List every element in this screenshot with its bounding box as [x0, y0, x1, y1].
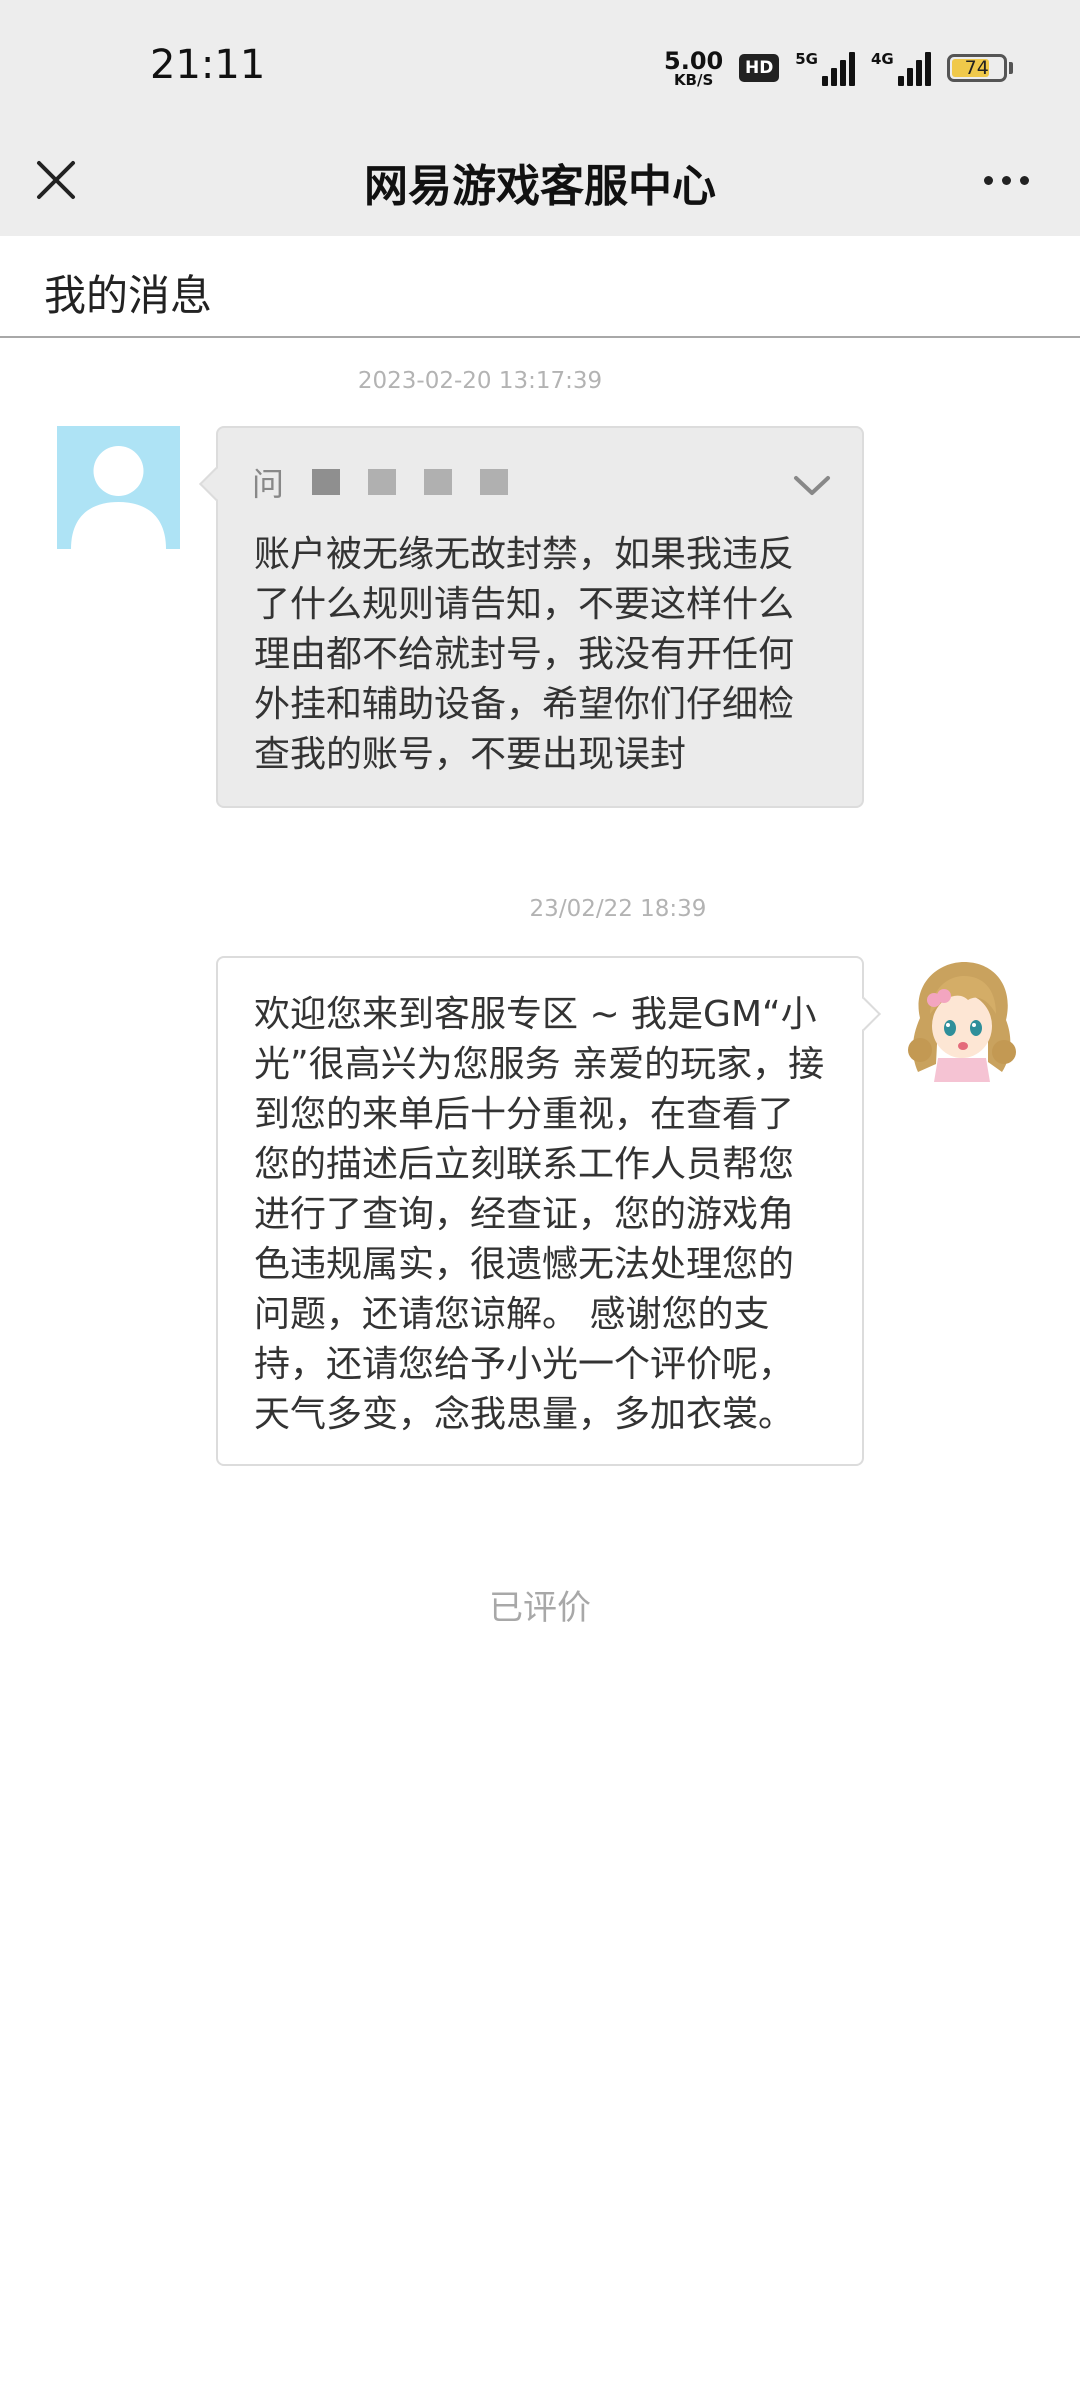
more-dots-icon — [983, 175, 993, 185]
chevron-down-icon — [794, 476, 830, 495]
status-bar: 21:11 5.00 KB/S HD 5G 4G 74 — [0, 0, 1080, 130]
network-speed-unit: KB/S — [673, 70, 714, 89]
message-timestamp: 23/02/22 18:39 — [529, 896, 707, 922]
battery-percent: 74 — [964, 57, 989, 79]
question-label: 问 — [252, 465, 285, 503]
network-speed-value: 5.00 — [664, 46, 724, 75]
question-label-row: 问 — [252, 458, 509, 506]
section-title: 我的消息 — [44, 271, 213, 320]
status-icons: 5.00 KB/S HD 5G 4G 74 — [664, 44, 1013, 92]
status-time: 21:11 — [150, 42, 266, 88]
gm-avatar — [898, 954, 1026, 1082]
person-icon — [71, 446, 166, 549]
user-avatar — [57, 426, 180, 549]
signal-5g-label: 5G — [795, 50, 818, 68]
page-title: 网易游戏客服中心 — [364, 161, 716, 212]
more-menu-button[interactable] — [966, 152, 1046, 208]
redacted-block — [312, 469, 341, 495]
section-header: 我的消息 — [0, 236, 1080, 338]
reply-text: 欢迎您来到客服专区 ~ 我是GM“小光”很高兴为您服务 亲爱的玩家，接到您的来单… — [254, 994, 825, 1435]
hd-voice-icon: HD — [739, 54, 780, 82]
signal-5g-icon: 5G — [795, 50, 855, 86]
gm-avatar-icon — [908, 962, 1016, 1082]
signal-4g-label: 4G — [870, 50, 894, 68]
reply-bubble: 欢迎您来到客服专区 ~ 我是GM“小光”很高兴为您服务 亲爱的玩家，接到您的来单… — [216, 956, 881, 1466]
expand-toggle[interactable] — [790, 468, 834, 504]
question-bubble: 问 账户被无缘无故封禁，如果我违反了什么规则请告知，不要这样什么理由都不给就封号… — [199, 426, 864, 808]
close-icon — [37, 161, 75, 199]
signal-4g-icon: 4G — [871, 50, 931, 86]
battery-icon: 74 — [946, 54, 1013, 82]
redacted-block — [368, 469, 397, 495]
rated-status: 已评价 — [489, 1588, 591, 1628]
message-timestamp: 2023-02-20 13:17:39 — [357, 368, 603, 394]
redacted-block — [424, 469, 453, 495]
redacted-block — [480, 469, 509, 495]
close-button[interactable] — [28, 152, 84, 208]
network-speed: 5.00 KB/S — [664, 49, 723, 88]
app-header: 网易游戏客服中心 — [0, 130, 1080, 236]
